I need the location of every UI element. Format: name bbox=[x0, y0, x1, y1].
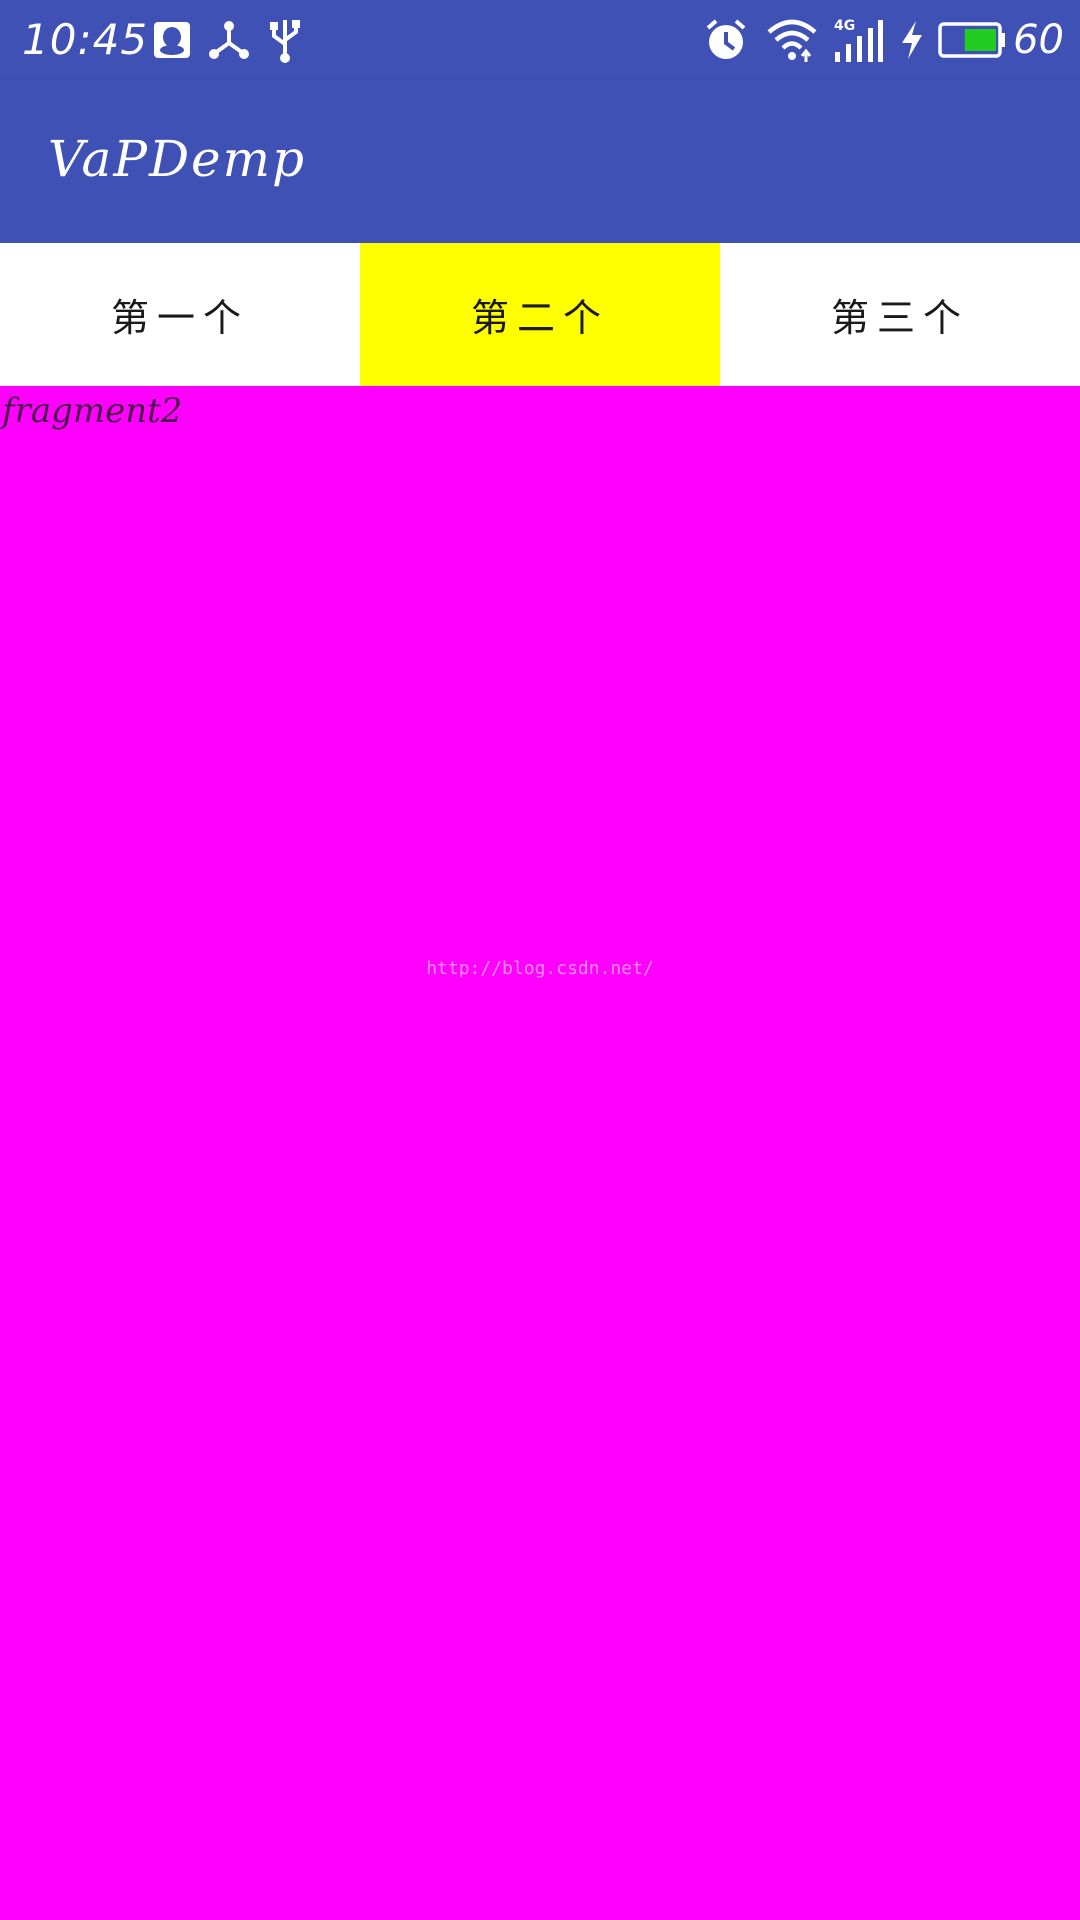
usb-icon bbox=[268, 12, 302, 68]
battery-percent: 60 bbox=[1013, 17, 1064, 63]
tab-second[interactable]: 第二个 bbox=[360, 243, 720, 386]
wifi-icon bbox=[766, 12, 818, 68]
network-type-label: 4G bbox=[834, 18, 855, 34]
qq-icon bbox=[152, 12, 192, 68]
status-time: 10:45 bbox=[22, 15, 149, 64]
charging-icon bbox=[898, 12, 926, 68]
fragment-content: fragment2 http://blog.csdn.net/ bbox=[0, 386, 1080, 1920]
tab-bar: 第一个 第二个 第三个 bbox=[0, 243, 1080, 386]
share-icon bbox=[208, 12, 250, 68]
app-bar: VaPDemp bbox=[0, 80, 1080, 243]
tab-third[interactable]: 第三个 bbox=[720, 243, 1080, 386]
battery-icon bbox=[938, 12, 1006, 68]
battery-level bbox=[964, 29, 996, 51]
signal-icon: 4G bbox=[832, 12, 884, 68]
app-title: VaPDemp bbox=[48, 130, 307, 188]
tab-first[interactable]: 第一个 bbox=[0, 243, 360, 386]
status-bar: 10:45 4G 60 bbox=[0, 0, 1080, 80]
alarm-icon bbox=[704, 12, 748, 68]
fragment-label: fragment2 bbox=[2, 391, 183, 431]
watermark: http://blog.csdn.net/ bbox=[426, 958, 654, 979]
